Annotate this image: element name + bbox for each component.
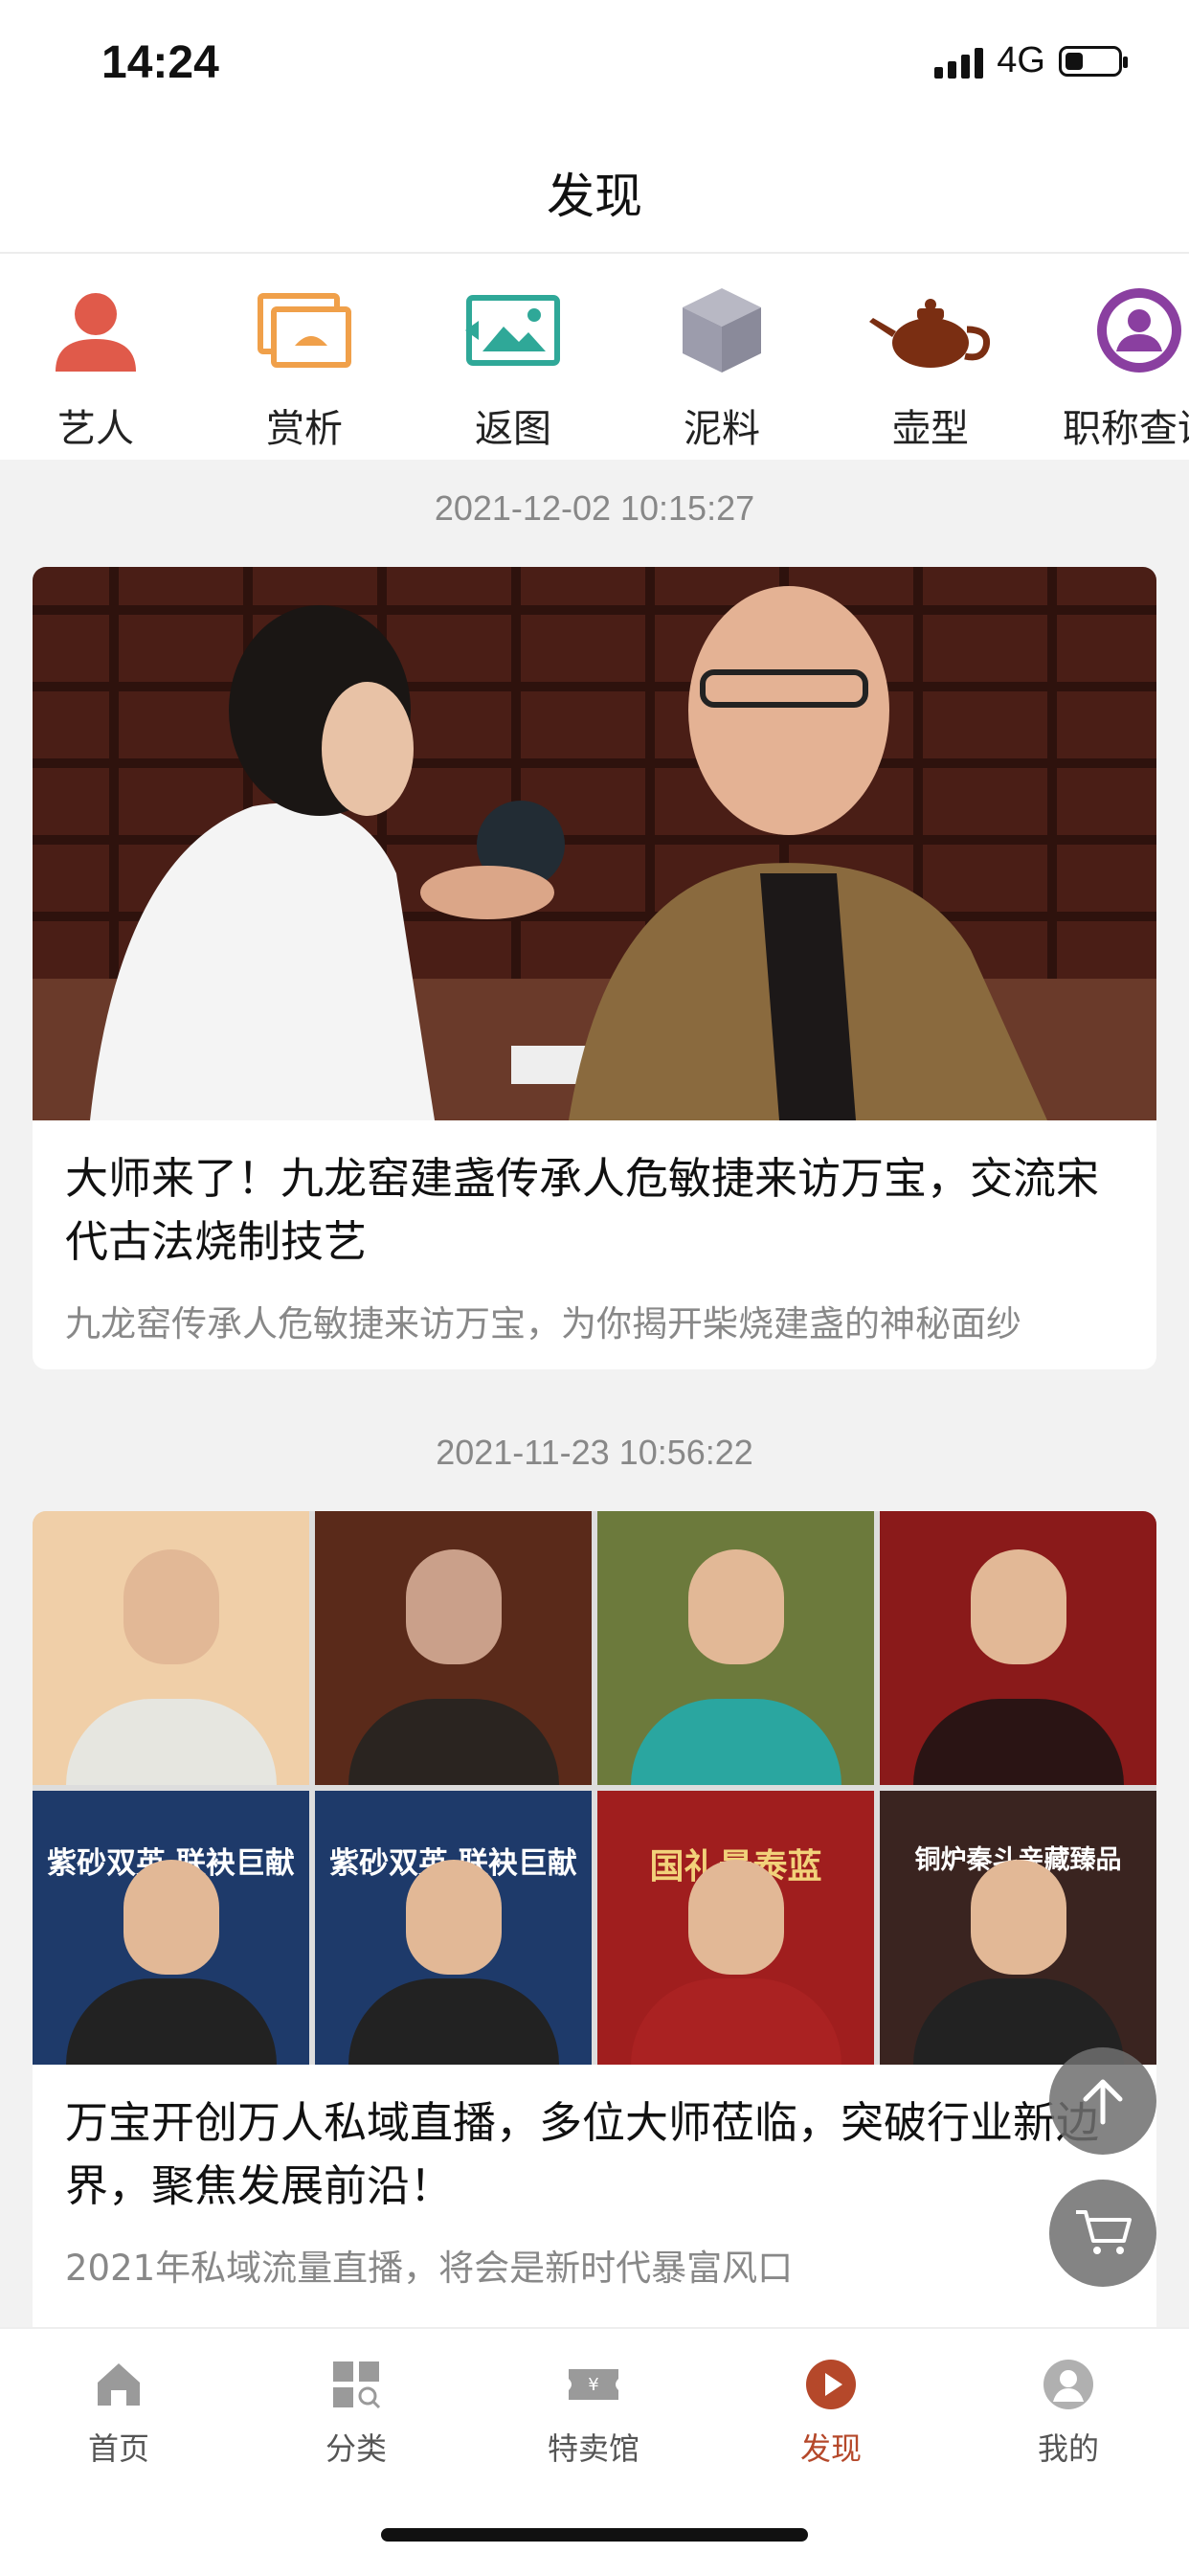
category-item-teapot[interactable]: 壶型 [854,273,1007,453]
poster [597,1511,874,1785]
category-bar: 艺人 赏析 返图 泥料 壶型 职称查询 [0,254,1189,460]
tab-discover[interactable]: 发现 [735,2358,927,2469]
tab-home[interactable]: 首页 [23,2358,214,2469]
poster [315,1511,592,1785]
signal-icon [934,44,984,79]
article-card[interactable]: 大师来了！九龙窑建盏传承人危敏捷来访万宝，交流宋代古法烧制技艺 九龙窑传承人危敏… [33,567,1156,1369]
picture-frame-icon [228,273,381,388]
article-photo [33,567,1156,1120]
status-time: 14:24 [101,37,219,88]
poster: 国礼景泰蓝 [597,1791,874,2065]
image-return-icon [437,273,590,388]
tab-flash-sale[interactable]: ¥ 特卖馆 [498,2358,689,2469]
status-bar: 14:24 4G [0,0,1189,129]
nav-bar: 发现 [0,129,1189,254]
live-stream-poster-collage: 紫砂双英 联袂巨献 紫砂双英 联袂巨献 国礼景泰蓝 铜炉秦斗亲藏臻品 [33,1511,1156,2065]
status-indicators: 4G [934,40,1128,81]
teapot-icon [854,273,1007,388]
article-title: 万宝开创万人私域直播，多位大师莅临，突破行业新边界，聚焦发展前沿！ [65,2097,1100,2211]
category-item-artist[interactable]: 艺人 [19,273,172,453]
home-indicator [381,2528,808,2542]
poster: 紫砂双英 联袂巨献 [33,1791,309,2065]
poster: 紫砂双英 联袂巨献 [315,1791,592,2065]
article-summary: 2021年私域流量直播，将会是新时代暴富风口 [65,2248,794,2289]
category-item-appreciation[interactable]: 赏析 [228,273,381,453]
profile-icon [1043,2360,1093,2409]
post-timestamp: 2021-11-23 10:56:22 [436,1433,753,1472]
home-icon [98,2363,140,2406]
cart-button[interactable] [1049,2180,1156,2287]
category-item-return-images[interactable]: 返图 [437,273,590,453]
article-summary: 九龙窑传承人危敏捷来访万宝，为你揭开柴烧建盏的神秘面纱 [65,1303,1021,1344]
poster [33,1511,309,1785]
category-grid-icon [333,2361,381,2409]
poster [880,1511,1156,1785]
play-circle-icon [806,2360,856,2409]
article-card[interactable]: 紫砂双英 联袂巨献 紫砂双英 联袂巨献 国礼景泰蓝 铜炉秦斗亲藏臻品 万宝开创万… [33,1511,1156,2327]
network-type: 4G [997,40,1045,80]
scroll-top-button[interactable] [1049,2047,1156,2155]
poster: 铜炉秦斗亲藏臻品 [880,1791,1156,2065]
category-item-clay[interactable]: 泥料 [645,273,798,453]
person-icon [19,273,172,388]
cart-icon [1076,2210,1132,2254]
clay-cube-icon [645,273,798,388]
tab-profile[interactable]: 我的 [973,2358,1164,2469]
arrow-up-icon [1083,2079,1123,2125]
discovery-feed[interactable]: 2021-12-02 10:15:27 大师来了！九龙窑建盏传承人危敏捷来访万宝… [0,460,1189,2327]
svg-text:¥: ¥ [588,2375,598,2395]
tab-category[interactable]: 分类 [260,2358,452,2469]
post-timestamp: 2021-12-02 10:15:27 [434,488,755,528]
page-title: 发现 [547,169,642,224]
battery-icon [1059,45,1128,77]
category-item-title-query[interactable]: 职称查询 [1063,273,1189,453]
ticket-icon: ¥ [569,2369,618,2400]
certificate-person-icon [1063,273,1189,388]
article-title: 大师来了！九龙窑建盏传承人危敏捷来访万宝，交流宋代古法烧制技艺 [65,1153,1100,1267]
